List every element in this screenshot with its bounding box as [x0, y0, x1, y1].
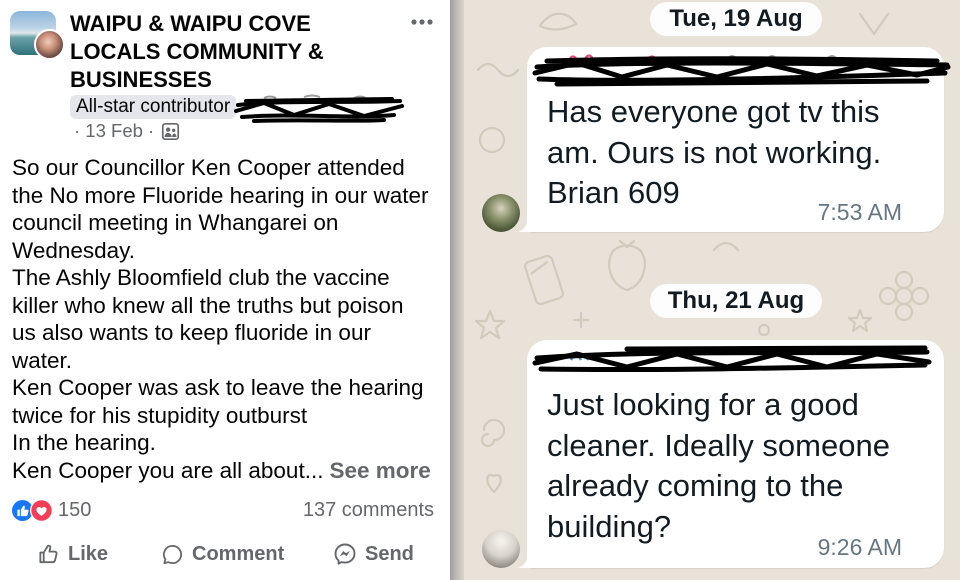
message-text: Has everyone got tv this am. Ours is not…: [547, 92, 881, 214]
bubble-tail: [518, 216, 534, 232]
message-text: Just looking for a good cleaner. Ideally…: [547, 385, 890, 547]
redaction-scribble: [234, 94, 404, 123]
post-body-line: council meeting in Whangarei on: [12, 210, 339, 235]
doodle-spiral: [480, 418, 506, 448]
date-separator: Tue, 19 Aug: [650, 2, 822, 36]
post-body-line: us also wants to keep fluoride in our: [12, 320, 371, 345]
comments-count-link[interactable]: 137 comments: [303, 499, 434, 522]
doodle-star: [474, 309, 506, 340]
all-star-contributor-badge: All-star contributor: [70, 95, 237, 119]
send-button[interactable]: Send: [333, 540, 414, 568]
thumbs-up-icon: [39, 544, 58, 563]
facebook-post-panel: WAIPU & WAIPU COVE LOCALS COMMUNITY & BU…: [0, 0, 450, 580]
doodle-dot: [757, 323, 771, 337]
post-body-last-line: Ken Cooper you are all about... See more: [12, 457, 431, 485]
doodle-arc: [712, 241, 740, 252]
doodle-circle: [478, 126, 506, 154]
message-line: Has everyone got tv this: [547, 94, 880, 129]
whatsapp-chat-panel[interactable]: Tue, 19 Aug Has everyone got tv this am.…: [464, 0, 960, 580]
author-avatar: [34, 29, 65, 60]
post-meta: · 13 Feb ·: [74, 120, 180, 142]
doodle-leaf: [538, 12, 578, 31]
post-body-line: water.: [12, 347, 73, 373]
doodle-zigzag: [858, 12, 890, 36]
post-body-line: twice for his stupidity outburst: [12, 402, 308, 428]
post-body-line: killer who knew all the truths but poiso…: [12, 292, 404, 318]
screenshot-divider: [450, 0, 464, 580]
post-body-line: the No more Fluoride hearing in our wate…: [12, 182, 429, 208]
doodle-heart: [486, 474, 502, 494]
doodle-plus: [572, 311, 590, 329]
comment-bubble-icon: [162, 544, 183, 564]
reactions-summary[interactable]: 150 137 comments: [12, 498, 434, 522]
post-body-line: The Ashly Bloomfield club the vaccine: [12, 265, 390, 290]
redaction-scribble: [532, 345, 932, 373]
doodle-strawberry: [608, 244, 646, 292]
doodle-flower: [894, 286, 914, 306]
group-audience-icon: [162, 122, 180, 140]
sender-avatar[interactable]: [482, 194, 520, 232]
message-line: Just looking for a good: [547, 387, 859, 422]
more-options-icon[interactable]: [411, 18, 433, 26]
bubble-tail: [518, 552, 534, 568]
post-body: So our Councillor Ken Cooper attended th…: [12, 154, 431, 484]
redaction-scribble: [532, 54, 951, 87]
message-line: already coming to the: [547, 468, 844, 503]
group-name[interactable]: WAIPU & WAIPU COVE LOCALS COMMUNITY & BU…: [70, 10, 390, 94]
doodle-star: [847, 308, 873, 333]
date-separator: Thu, 21 Aug: [650, 284, 822, 318]
message-line: am. Ours is not working.: [547, 134, 882, 170]
post-body-line: Ken Cooper was ask to leave the hearing: [12, 375, 424, 400]
message-line: cleaner. Ideally someone: [547, 427, 890, 463]
reaction-count: 150: [58, 498, 92, 521]
post-body-line: So our Councillor Ken Cooper attended: [12, 155, 405, 180]
message-timestamp: 7:53 AM: [817, 199, 902, 225]
doodle-phone: [524, 254, 564, 306]
group-avatar[interactable]: [10, 11, 66, 61]
sender-avatar[interactable]: [482, 530, 520, 568]
send-label: Send: [365, 542, 414, 565]
like-button[interactable]: Like: [37, 540, 108, 568]
like-label: Like: [68, 542, 109, 565]
post-body-line: In the hearing.: [12, 430, 156, 455]
post-body-line: Ken Cooper you are all about...: [12, 457, 324, 483]
message-bubble[interactable]: Just looking for a good cleaner. Ideally…: [518, 340, 944, 568]
message-bubble[interactable]: Has everyone got tv this am. Ours is not…: [518, 47, 951, 232]
post-body-line: Wednesday.: [12, 237, 135, 263]
post-date[interactable]: · 13 Feb ·: [74, 120, 154, 142]
comment-label: Comment: [192, 542, 285, 565]
comment-button[interactable]: Comment: [161, 540, 284, 568]
love-reaction-icon: [30, 498, 53, 522]
messenger-send-icon: [334, 543, 356, 565]
see-more-link[interactable]: See more: [329, 458, 430, 483]
doodle-squiggle: [476, 62, 520, 78]
message-timestamp: 9:26 AM: [817, 534, 902, 560]
